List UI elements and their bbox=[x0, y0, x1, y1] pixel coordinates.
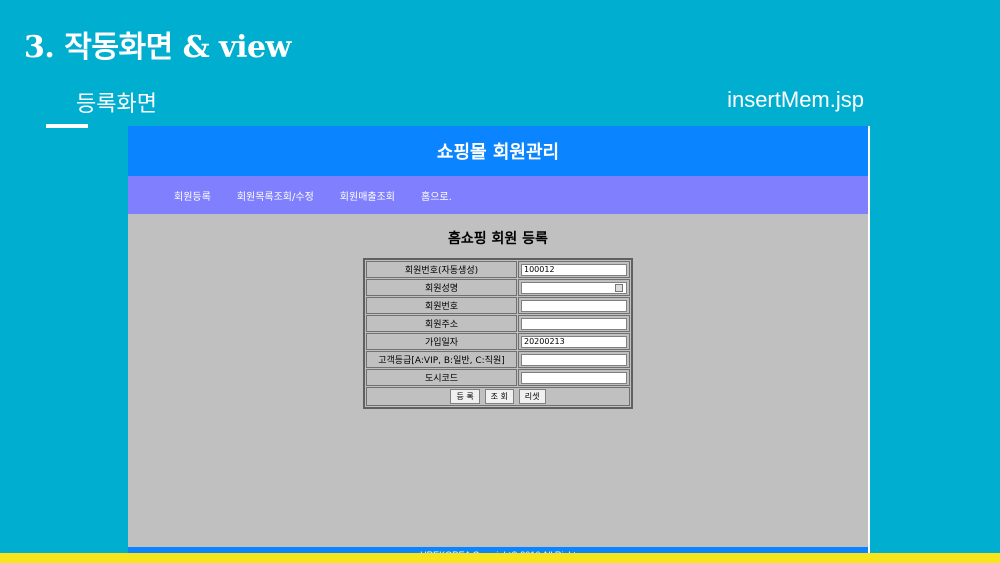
phone-input[interactable] bbox=[521, 299, 627, 312]
slide-filename: insertMem.jsp bbox=[727, 87, 864, 112]
member-no-input[interactable] bbox=[521, 263, 627, 276]
reset-button[interactable]: 리셋 bbox=[518, 389, 546, 404]
form-row: 회원번호(자동생성) bbox=[366, 261, 630, 278]
grade-input[interactable] bbox=[521, 353, 627, 366]
site-header: 쇼핑몰 회원관리 bbox=[128, 126, 868, 176]
site-nav: 회원등록 회원목록조회/수정 회원매출조회 홈으로. bbox=[128, 176, 868, 214]
form-title: 홈쇼핑 회원 등록 bbox=[448, 231, 548, 247]
field-label: 가입일자 bbox=[366, 333, 517, 350]
field-label: 회원번호 bbox=[366, 297, 517, 314]
registration-form: 회원번호(자동생성) 회원성명 회원번호 회원주소 가입일자 고객등급[A:VI… bbox=[363, 258, 633, 409]
member-name-input[interactable] bbox=[521, 281, 627, 294]
form-row: 등 록 조 회 리셋 bbox=[366, 387, 630, 406]
slide-title: 3. 작동화면 & view bbox=[24, 30, 291, 65]
button-row: 등 록 조 회 리셋 bbox=[366, 387, 630, 406]
nav-sales[interactable]: 회원매출조회 bbox=[340, 188, 395, 203]
field-label: 회원번호(자동생성) bbox=[366, 261, 517, 278]
join-date-input[interactable] bbox=[521, 335, 627, 348]
form-row: 고객등급[A:VIP, B:일반, C:직원] bbox=[366, 351, 630, 368]
register-button[interactable]: 등 록 bbox=[450, 389, 480, 404]
form-row: 회원주소 bbox=[366, 315, 630, 332]
accent-strip bbox=[0, 553, 1000, 563]
autofill-icon bbox=[615, 283, 623, 292]
site-title: 쇼핑몰 회원관리 bbox=[436, 142, 560, 163]
form-row: 회원번호 bbox=[366, 297, 630, 314]
nav-register[interactable]: 회원등록 bbox=[174, 188, 211, 203]
form-row: 도시코드 bbox=[366, 369, 630, 386]
field-label: 도시코드 bbox=[366, 369, 517, 386]
subtitle-underline bbox=[46, 124, 88, 128]
nav-member-list[interactable]: 회원목록조회/수정 bbox=[237, 188, 314, 203]
form-row: 가입일자 bbox=[366, 333, 630, 350]
form-row: 회원성명 bbox=[366, 279, 630, 296]
field-label: 회원성명 bbox=[366, 279, 517, 296]
field-label: 회원주소 bbox=[366, 315, 517, 332]
address-input[interactable] bbox=[521, 317, 627, 330]
nav-home[interactable]: 홈으로. bbox=[421, 188, 452, 203]
city-code-input[interactable] bbox=[521, 371, 627, 384]
field-label: 고객등급[A:VIP, B:일반, C:직원] bbox=[366, 351, 517, 368]
lookup-button[interactable]: 조 회 bbox=[484, 389, 514, 404]
browser-screenshot: 쇼핑몰 회원관리 회원등록 회원목록조회/수정 회원매출조회 홈으로. 홈쇼핑 … bbox=[128, 126, 870, 563]
slide-subtitle: 등록화면 bbox=[76, 92, 157, 117]
